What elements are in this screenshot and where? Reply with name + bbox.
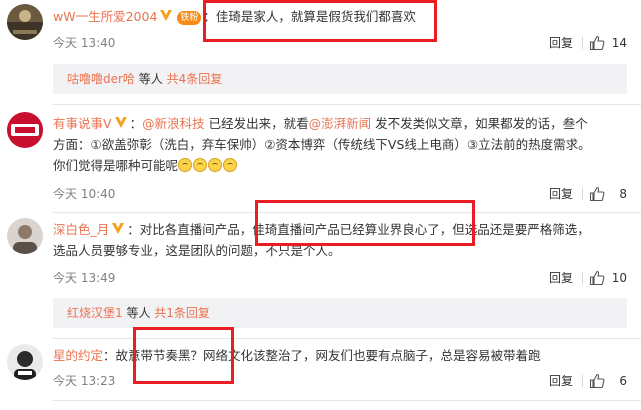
username-link[interactable]: 深白色_月 bbox=[53, 222, 109, 237]
reply-button[interactable]: 回复 bbox=[549, 33, 573, 53]
reply-thread[interactable]: 咕噜噜der哈 等人 共4条回复 bbox=[53, 64, 627, 94]
thread-user-link[interactable]: 咕噜噜der哈 bbox=[67, 72, 135, 86]
mention-link[interactable]: @新浪科技 bbox=[142, 116, 205, 131]
divider bbox=[582, 37, 583, 49]
thumbs-up-icon bbox=[589, 270, 605, 286]
username-link[interactable]: wW一生所爱2004 bbox=[53, 9, 157, 24]
avatar[interactable] bbox=[7, 4, 43, 40]
comment-text: 有事说事V ：@新浪科技 已经发出来，就看@澎湃新闻 发不发类似文章，如果都发的话… bbox=[53, 113, 627, 134]
comment-text: 深白色_月 ：对比各直播间产品，佳琦直播间产品已经算业界良心了，但选品还是要严格筛… bbox=[53, 219, 627, 240]
reply-thread[interactable]: 红烧汉堡1 等人 共1条回复 bbox=[53, 298, 627, 328]
thread-user-link[interactable]: 红烧汉堡1 bbox=[67, 306, 123, 320]
thumbs-up-icon bbox=[589, 186, 605, 202]
divider bbox=[582, 272, 583, 284]
divider bbox=[53, 338, 641, 339]
like-count: 14 bbox=[611, 36, 627, 50]
comment-text-line: 选品人员要够专业，这是团队的问题，不只是个人。 bbox=[53, 243, 341, 258]
timestamp: 今天 13:23 bbox=[53, 374, 116, 388]
thumbs-up-icon bbox=[589, 373, 605, 389]
reply-button[interactable]: 回复 bbox=[549, 184, 573, 204]
reply-button[interactable]: 回复 bbox=[549, 371, 573, 391]
divider bbox=[53, 104, 641, 105]
reply-button[interactable]: 回复 bbox=[549, 268, 573, 288]
laugh-emoji-icon bbox=[223, 158, 238, 172]
thumbs-up-icon bbox=[589, 35, 605, 51]
avatar[interactable] bbox=[7, 112, 43, 148]
comment-body: 已经发出来，就看 bbox=[204, 116, 309, 131]
comment-body: 发不发类似文章，如果都发的话，叁个 bbox=[371, 116, 588, 131]
thread-text: 等人 bbox=[134, 72, 167, 86]
laugh-emoji-icon bbox=[208, 158, 223, 172]
laugh-emoji-icon bbox=[178, 158, 193, 172]
like-count: 10 bbox=[611, 271, 627, 285]
comment-text-line: 方面：①欲盖弥彰（洗白，弃车保帅）②资本博弈（传统线下VS线上电商）③立法前的热… bbox=[53, 137, 591, 152]
divider bbox=[582, 188, 583, 200]
comment-body: ：故意带节奏黑？网络文化该整治了，网友们也要有点脑子，总是容易被带着跑 bbox=[103, 348, 541, 363]
timestamp: 今天 10:40 bbox=[53, 187, 116, 201]
avatar[interactable] bbox=[7, 344, 43, 380]
like-button[interactable]: 6 bbox=[587, 371, 627, 391]
username-link[interactable]: 有事说事V bbox=[53, 116, 112, 131]
laugh-emoji-icon bbox=[193, 158, 208, 172]
comment-text-line: 你们觉得是哪种可能呢 bbox=[53, 155, 627, 176]
vip-v-icon bbox=[160, 10, 173, 21]
fan-badge: 铁粉 bbox=[177, 11, 202, 25]
like-count: 6 bbox=[619, 374, 627, 388]
thread-text: 等人 bbox=[122, 306, 155, 320]
divider bbox=[53, 400, 641, 401]
like-count: 8 bbox=[619, 187, 627, 201]
vip-v-icon bbox=[114, 117, 127, 128]
like-button[interactable]: 10 bbox=[587, 268, 627, 288]
timestamp: 今天 13:40 bbox=[53, 36, 116, 50]
like-button[interactable]: 14 bbox=[587, 33, 627, 53]
like-button[interactable]: 8 bbox=[587, 184, 627, 204]
thread-total-link[interactable]: 共1条回复 bbox=[154, 306, 210, 320]
comment-text: 星的约定：故意带节奏黑？网络文化该整治了，网友们也要有点脑子，总是容易被带着跑 bbox=[53, 345, 627, 366]
mention-link[interactable]: @澎湃新闻 bbox=[309, 116, 372, 131]
divider bbox=[53, 212, 641, 213]
thread-total-link[interactable]: 共4条回复 bbox=[167, 72, 223, 86]
divider bbox=[582, 375, 583, 387]
comment-body: ： bbox=[129, 116, 143, 131]
avatar[interactable] bbox=[7, 218, 43, 254]
timestamp: 今天 13:49 bbox=[53, 271, 116, 285]
comment-body: ：对比各直播间产品，佳琦直播间产品已经算业界良心了，但选品还是要严格筛选， bbox=[127, 222, 590, 237]
comment-text: wW一生所爱2004 铁粉 ：佳琦是家人，就算是假货我们都喜欢 bbox=[53, 6, 627, 27]
comment-body: ：佳琦是家人，就算是假货我们都喜欢 bbox=[203, 9, 416, 24]
username-link[interactable]: 星的约定 bbox=[53, 348, 103, 363]
comment-body: 你们觉得是哪种可能呢 bbox=[53, 158, 179, 173]
vip-v-icon bbox=[112, 223, 125, 234]
